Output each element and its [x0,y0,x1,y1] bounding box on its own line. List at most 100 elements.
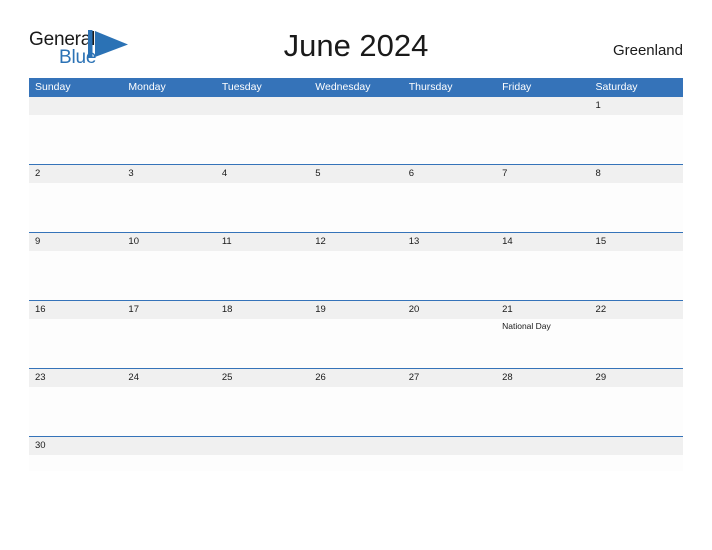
day-content-strip: National Day [29,319,683,368]
weekday-header-monday: Monday [128,81,166,93]
day-event-label: National Day [502,321,551,331]
day-number[interactable]: 21 [496,301,589,319]
day-number[interactable] [590,437,683,455]
day-number[interactable]: 2 [29,165,122,183]
day-cell[interactable] [216,251,309,300]
calendar-grid: Sunday Monday Tuesday Wednesday Thursday… [29,78,683,471]
day-number[interactable]: 23 [29,369,122,387]
calendar-week-row: 1 [29,97,683,164]
day-number[interactable]: 14 [496,233,589,251]
day-number[interactable]: 9 [29,233,122,251]
day-number[interactable]: 16 [29,301,122,319]
page-header: General Blue June 2024 Greenland [29,24,683,72]
day-cell[interactable] [496,183,589,232]
day-cell[interactable] [403,319,496,368]
day-cell[interactable] [216,319,309,368]
day-number-strip: 9 10 11 12 13 14 15 [29,233,683,251]
calendar-week-row: 9 10 11 12 13 14 15 [29,232,683,300]
day-cell[interactable] [29,455,122,471]
day-cell[interactable] [496,387,589,436]
day-cell[interactable] [29,319,122,368]
day-number[interactable]: 13 [403,233,496,251]
day-number[interactable]: 18 [216,301,309,319]
day-number[interactable]: 10 [122,233,215,251]
day-number[interactable]: 29 [590,369,683,387]
day-number[interactable]: 5 [309,165,402,183]
day-cell[interactable] [309,387,402,436]
day-cell[interactable] [122,251,215,300]
day-number[interactable]: 3 [122,165,215,183]
day-number[interactable]: 6 [403,165,496,183]
day-cell[interactable] [309,251,402,300]
calendar-week-row: 16 17 18 19 20 21 22 National Day [29,300,683,368]
day-number[interactable] [29,97,122,115]
day-cell[interactable] [29,387,122,436]
day-cell[interactable] [590,387,683,436]
day-number[interactable]: 4 [216,165,309,183]
day-number[interactable]: 30 [29,437,122,455]
day-number[interactable]: 28 [496,369,589,387]
day-number-strip: 1 [29,97,683,115]
weekday-header-thursday: Thursday [408,81,453,93]
day-number[interactable] [403,437,496,455]
day-cell[interactable] [216,387,309,436]
day-number[interactable]: 25 [216,369,309,387]
day-number[interactable] [309,437,402,455]
day-cell[interactable] [309,319,402,368]
day-cell[interactable] [122,319,215,368]
day-cell[interactable] [403,183,496,232]
day-number[interactable]: 1 [590,97,683,115]
day-cell[interactable] [122,387,215,436]
weekday-header-tuesday: Tuesday [221,81,262,93]
day-cell[interactable] [309,115,402,164]
day-number[interactable]: 20 [403,301,496,319]
day-cell[interactable] [496,251,589,300]
day-number[interactable]: 7 [496,165,589,183]
day-number[interactable]: 27 [403,369,496,387]
day-cell[interactable] [403,455,496,471]
day-number[interactable] [403,97,496,115]
weekday-header-sunday: Sunday [35,81,71,93]
day-cell[interactable] [590,183,683,232]
day-cell[interactable] [403,387,496,436]
day-cell[interactable] [309,455,402,471]
day-cell[interactable] [590,319,683,368]
day-cell[interactable] [590,251,683,300]
day-cell[interactable] [122,455,215,471]
day-number[interactable]: 15 [590,233,683,251]
day-number[interactable] [216,97,309,115]
day-cell[interactable] [216,183,309,232]
day-cell[interactable] [29,115,122,164]
day-cell[interactable] [496,455,589,471]
day-cell[interactable] [590,455,683,471]
day-number[interactable]: 26 [309,369,402,387]
day-number[interactable]: 24 [122,369,215,387]
day-number[interactable]: 8 [590,165,683,183]
day-cell[interactable]: National Day [496,319,589,368]
day-cell[interactable] [496,115,589,164]
day-number[interactable] [496,97,589,115]
day-cell[interactable] [216,115,309,164]
day-number[interactable]: 11 [216,233,309,251]
day-number[interactable]: 22 [590,301,683,319]
day-number[interactable] [122,97,215,115]
day-number[interactable] [216,437,309,455]
day-number[interactable]: 19 [309,301,402,319]
day-cell[interactable] [122,115,215,164]
weekday-header-friday: Friday [502,81,532,93]
day-cell[interactable] [590,115,683,164]
day-cell[interactable] [122,183,215,232]
day-cell[interactable] [309,183,402,232]
day-cell[interactable] [216,455,309,471]
day-number[interactable] [309,97,402,115]
day-content-strip [29,387,683,436]
day-cell[interactable] [29,251,122,300]
day-number[interactable] [496,437,589,455]
day-number[interactable]: 12 [309,233,402,251]
day-number[interactable] [122,437,215,455]
day-cell[interactable] [403,251,496,300]
day-cell[interactable] [403,115,496,164]
weekday-header-row: Sunday Monday Tuesday Wednesday Thursday… [29,78,683,97]
day-number[interactable]: 17 [122,301,215,319]
day-cell[interactable] [29,183,122,232]
